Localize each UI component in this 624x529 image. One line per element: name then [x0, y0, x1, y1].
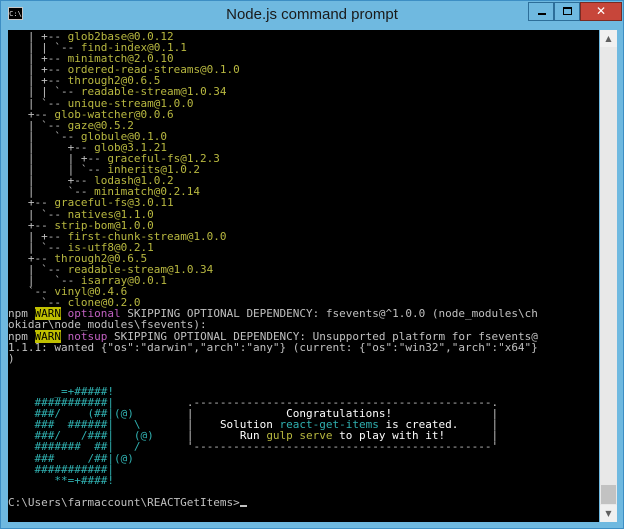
minimize-button[interactable]	[528, 2, 554, 21]
ascii-art-line: **=+####!	[8, 473, 167, 487]
text-cursor	[239, 504, 247, 507]
close-icon: ✕	[595, 4, 607, 18]
minimize-icon	[538, 13, 546, 15]
yeoman-art-banner: _=+#####! ###########| .----------------…	[8, 385, 498, 487]
banner-border: '---------------------------------------…	[166, 440, 499, 454]
warn-message-2-continued: 1.1.1: wanted {"os":"darwin","arch":"any…	[8, 340, 538, 354]
console-window: C:\ Node.js command prompt ✕ | +-- glob2…	[0, 0, 624, 529]
warn-message-2-end: )	[8, 351, 15, 365]
scroll-up-icon[interactable]: ▲	[600, 30, 617, 47]
console-text: | +-- glob2base@0.0.12 | | `-- find-inde…	[8, 30, 599, 508]
vertical-scrollbar[interactable]: ▲ ▼	[600, 30, 617, 522]
console-output[interactable]: | +-- glob2base@0.0.12 | | `-- find-inde…	[8, 30, 599, 522]
close-button[interactable]: ✕	[580, 2, 622, 21]
title-bar[interactable]: C:\ Node.js command prompt ✕	[1, 1, 623, 29]
dependency-tree: | +-- glob2base@0.0.12 | | `-- find-inde…	[8, 30, 240, 309]
scroll-down-icon[interactable]: ▼	[600, 505, 617, 522]
maximize-icon	[563, 7, 572, 15]
command-prompt: C:\Users\farmaccount\REACTGetItems>	[8, 495, 240, 509]
maximize-button[interactable]	[554, 2, 580, 21]
scrollbar-thumb[interactable]	[601, 485, 616, 504]
